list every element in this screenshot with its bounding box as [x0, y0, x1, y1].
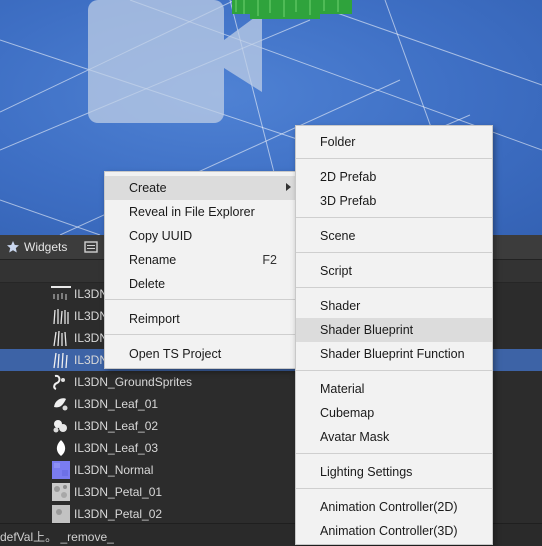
grass-texture-icon	[51, 286, 71, 300]
menu-item-label: Folder	[320, 135, 356, 149]
menu-item-3d-prefab[interactable]: 3D Prefab	[296, 189, 492, 213]
menu-item-folder[interactable]: Folder	[296, 130, 492, 154]
asset-label: IL3DN_Leaf_02	[74, 419, 159, 433]
menu-separator	[296, 158, 492, 159]
tab-console[interactable]	[84, 237, 100, 257]
menu-separator	[296, 370, 492, 371]
menu-item-label: Scene	[320, 229, 356, 243]
menu-item-2d-prefab[interactable]: 2D Prefab	[296, 165, 492, 189]
menu-item-script[interactable]: Script	[296, 259, 492, 283]
menu-separator	[296, 217, 492, 218]
menu-separator	[296, 453, 492, 454]
menu-item-label: Animation Controller(3D)	[320, 524, 458, 538]
menu-item-copy-uuid[interactable]: Copy UUID	[105, 224, 297, 248]
menu-item-label: Reimport	[129, 312, 180, 326]
menu-item-label: Open TS Project	[129, 347, 222, 361]
menu-item-label: Lighting Settings	[320, 465, 413, 479]
menu-separator	[105, 334, 297, 335]
menu-item-label: Delete	[129, 277, 166, 291]
menu-item-label: Shader Blueprint Function	[320, 347, 465, 361]
menu-item-label: Reveal in File Explorer	[129, 205, 255, 219]
menu-item-label: Script	[320, 264, 352, 278]
menu-separator	[296, 252, 492, 253]
status-text: defVal上。 _remove_	[0, 530, 114, 544]
leaf-icon	[54, 398, 68, 411]
asset-label: IL3DN	[74, 309, 109, 323]
menu-item-create[interactable]: Create	[105, 176, 297, 200]
menu-item-label: Material	[320, 382, 365, 396]
camera-gizmo-icon	[88, 0, 262, 123]
asset-label: IL3DN_Normal	[74, 463, 154, 477]
menu-item-shader-blueprint[interactable]: Shader Blueprint	[296, 318, 492, 342]
leaf-icon	[56, 440, 66, 456]
menu-item-label: Avatar Mask	[320, 430, 390, 444]
asset-label: IL3DN_GroundSprites	[74, 375, 193, 389]
menu-item-label: Shader	[320, 299, 361, 313]
menu-item-lighting-settings[interactable]: Lighting Settings	[296, 460, 492, 484]
grass-texture-icon	[53, 352, 68, 369]
menu-item-label: Animation Controller(2D)	[320, 500, 458, 514]
console-icon	[84, 241, 98, 253]
menu-item-delete[interactable]: Delete	[105, 272, 297, 296]
menu-item-animation-controller-3d[interactable]: Animation Controller(3D)	[296, 519, 492, 543]
menu-item-label: Create	[129, 181, 167, 195]
asset-label: IL3DN_Petal_01	[74, 485, 163, 499]
menu-separator	[296, 287, 492, 288]
grass-texture-icon	[53, 330, 67, 347]
leaf-icon	[53, 420, 67, 433]
menu-item-label: 2D Prefab	[320, 170, 377, 184]
tab-widgets[interactable]: Widgets	[6, 237, 67, 257]
petal-icon	[52, 505, 70, 523]
menu-item-rename[interactable]: Rename F2	[105, 248, 297, 272]
menu-item-label: Cubemap	[320, 406, 375, 420]
menu-item-avatar-mask[interactable]: Avatar Mask	[296, 425, 492, 449]
tab-widgets-label: Widgets	[24, 240, 68, 254]
menu-item-reveal-in-explorer[interactable]: Reveal in File Explorer	[105, 200, 297, 224]
petal-icon	[52, 483, 70, 501]
asset-label: IL3DN_Leaf_01	[74, 397, 159, 411]
menu-item-cubemap[interactable]: Cubemap	[296, 401, 492, 425]
menu-item-scene[interactable]: Scene	[296, 224, 492, 248]
menu-item-label: 3D Prefab	[320, 194, 377, 208]
menu-item-label: Copy UUID	[129, 229, 193, 243]
ground-sprites-icon	[53, 374, 65, 390]
grass-texture-icon	[53, 309, 69, 325]
menu-item-animation-controller-2d[interactable]: Animation Controller(2D)	[296, 495, 492, 519]
menu-item-shader-blueprint-function[interactable]: Shader Blueprint Function	[296, 342, 492, 366]
asset-label: IL3DN_Petal_02	[74, 507, 163, 521]
context-menu: Create Reveal in File Explorer Copy UUID…	[104, 171, 298, 369]
star-icon	[7, 241, 19, 253]
normal-map-icon	[52, 461, 70, 479]
asset-label: IL3DN	[74, 331, 109, 345]
menu-item-label: Rename	[129, 253, 177, 267]
submenu-arrow-icon	[286, 183, 291, 191]
menu-item-open-ts-project[interactable]: Open TS Project	[105, 342, 297, 366]
shortcut-label: F2	[262, 253, 277, 267]
create-submenu: Folder 2D Prefab 3D Prefab Scene Script …	[295, 125, 493, 545]
asset-label: IL3DN	[74, 287, 109, 301]
menu-item-label: Shader Blueprint	[320, 323, 414, 337]
menu-separator	[105, 299, 297, 300]
menu-item-reimport[interactable]: Reimport	[105, 307, 297, 331]
asset-label: IL3DN_Leaf_03	[74, 441, 159, 455]
menu-item-material[interactable]: Material	[296, 377, 492, 401]
menu-separator	[296, 488, 492, 489]
menu-item-shader[interactable]: Shader	[296, 294, 492, 318]
